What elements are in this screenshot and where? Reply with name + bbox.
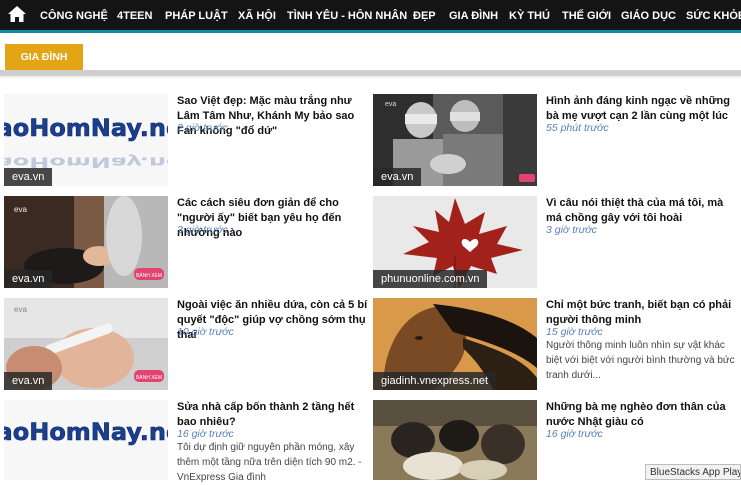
- photo-family-image: [373, 400, 537, 480]
- article-thumbnail[interactable]: [373, 400, 537, 480]
- article-card[interactable]: eva BÁNH XEM eva.vn Ngoài việc ăn nhiều …: [4, 298, 369, 394]
- nav-item-ky-thu[interactable]: KỲ THÚ: [509, 0, 550, 30]
- article-time: 10 giờ trước: [177, 326, 234, 338]
- home-icon[interactable]: [8, 6, 26, 22]
- svg-text:BaoHomNay.net: BaoHomNay.net: [4, 418, 168, 446]
- article-snippet: Tôi dự định giữ nguyên phần móng, xây th…: [177, 442, 362, 483]
- bluestacks-app-player-label[interactable]: BlueStacks App Player: [645, 464, 741, 480]
- article-thumbnail[interactable]: eva eva.vn: [373, 94, 537, 186]
- svg-text:BÁNH XEM: BÁNH XEM: [136, 374, 162, 381]
- article-title[interactable]: Vì câu nói thiệt thà của má tôi, mà má c…: [546, 196, 738, 226]
- article-card[interactable]: eva eva.vn Hình ảnh đáng kinh ngạc về nh…: [373, 94, 738, 190]
- article-source: eva.vn: [373, 168, 422, 186]
- nav-item-dep[interactable]: ĐẸP: [413, 0, 436, 30]
- article-time: 55 phút trước: [546, 122, 609, 134]
- article-card[interactable]: BaoHomNay.net BaoHomNay.net eva.vn Sao V…: [4, 94, 369, 190]
- nav-item-giao-duc[interactable]: GIÁO DỤC: [621, 0, 676, 30]
- article-card[interactable]: BaoHomNay.net Sửa nhà cấp bốn thành 2 tầ…: [4, 400, 369, 483]
- svg-text:eva: eva: [385, 101, 396, 108]
- article-thumbnail[interactable]: BaoHomNay.net BaoHomNay.net eva.vn: [4, 94, 168, 186]
- article-thumbnail[interactable]: giadinh.vnexpress.net: [373, 298, 537, 390]
- top-navigation-bar: CÔNG NGHỆ 4TEEN PHÁP LUẬT XÃ HỘI TÌNH YÊ…: [0, 0, 741, 33]
- nav-item-cong-nghe[interactable]: CÔNG NGHỆ: [40, 0, 108, 30]
- article-title[interactable]: Hình ảnh đáng kinh ngạc về những bà mẹ v…: [546, 94, 738, 124]
- svg-text:eva: eva: [14, 205, 27, 214]
- article-card[interactable]: phunuonline.com.vn Vì câu nói thiệt thà …: [373, 196, 738, 292]
- article-time: 16 giờ trước: [177, 428, 234, 440]
- article-title[interactable]: Sửa nhà cấp bốn thành 2 tầng hết bao nhi…: [177, 400, 369, 430]
- article-card[interactable]: giadinh.vnexpress.net Chỉ một bức tranh,…: [373, 298, 738, 398]
- nav-item-gia-dinh[interactable]: GIA ĐÌNH: [449, 0, 498, 30]
- article-time: 3 giờ trước: [177, 224, 228, 236]
- article-source: eva.vn: [4, 168, 53, 186]
- section-divider-shadow: [0, 76, 741, 78]
- section-header: GIA ĐÌNH: [0, 44, 741, 78]
- article-thumbnail[interactable]: BaoHomNay.net: [4, 400, 168, 480]
- article-time: 16 giờ trước: [546, 428, 603, 440]
- svg-text:BaoHomNay.net: BaoHomNay.net: [4, 114, 168, 142]
- article-title[interactable]: Những bà mẹ nghèo đơn thân của nước Nhật…: [546, 400, 738, 430]
- article-thumbnail[interactable]: eva BÁNH XEM eva.vn: [4, 298, 168, 390]
- article-time: 2 giờ trước: [177, 122, 228, 134]
- nav-item-tinh-yeu-hon-nhan[interactable]: TÌNH YÊU - HÔN NHÂN: [287, 0, 407, 30]
- section-title[interactable]: GIA ĐÌNH: [5, 44, 83, 70]
- article-thumbnail[interactable]: phunuonline.com.vn: [373, 196, 537, 288]
- logo-image: BaoHomNay.net: [4, 400, 168, 480]
- article-time: 15 giờ trước: [546, 326, 603, 338]
- nav-item-4teen[interactable]: 4TEEN: [117, 0, 152, 30]
- nav-item-phap-luat[interactable]: PHÁP LUẬT: [165, 0, 228, 30]
- nav-item-xa-hoi[interactable]: XÃ HỘI: [238, 0, 276, 30]
- article-card[interactable]: eva BÁNH XEM eva.vn Các cách siêu đơn gi…: [4, 196, 369, 292]
- nav-item-the-gioi[interactable]: THẾ GIỚI: [562, 0, 611, 30]
- svg-text:eva: eva: [14, 305, 27, 314]
- article-source: eva.vn: [4, 270, 53, 288]
- article-snippet: Người thông minh luôn nhìn sự vật khác b…: [546, 340, 735, 381]
- svg-text:BÁNH XEM: BÁNH XEM: [136, 272, 162, 279]
- article-source: giadinh.vnexpress.net: [373, 372, 497, 390]
- article-thumbnail[interactable]: eva BÁNH XEM eva.vn: [4, 196, 168, 288]
- nav-item-suc-khoe[interactable]: SỨC KHỎE: [686, 0, 741, 30]
- article-time: 3 giờ trước: [546, 224, 597, 236]
- article-title[interactable]: Chỉ một bức tranh, biết bạn có phải ngườ…: [546, 298, 738, 328]
- article-source: eva.vn: [4, 372, 53, 390]
- article-source: phunuonline.com.vn: [373, 270, 488, 288]
